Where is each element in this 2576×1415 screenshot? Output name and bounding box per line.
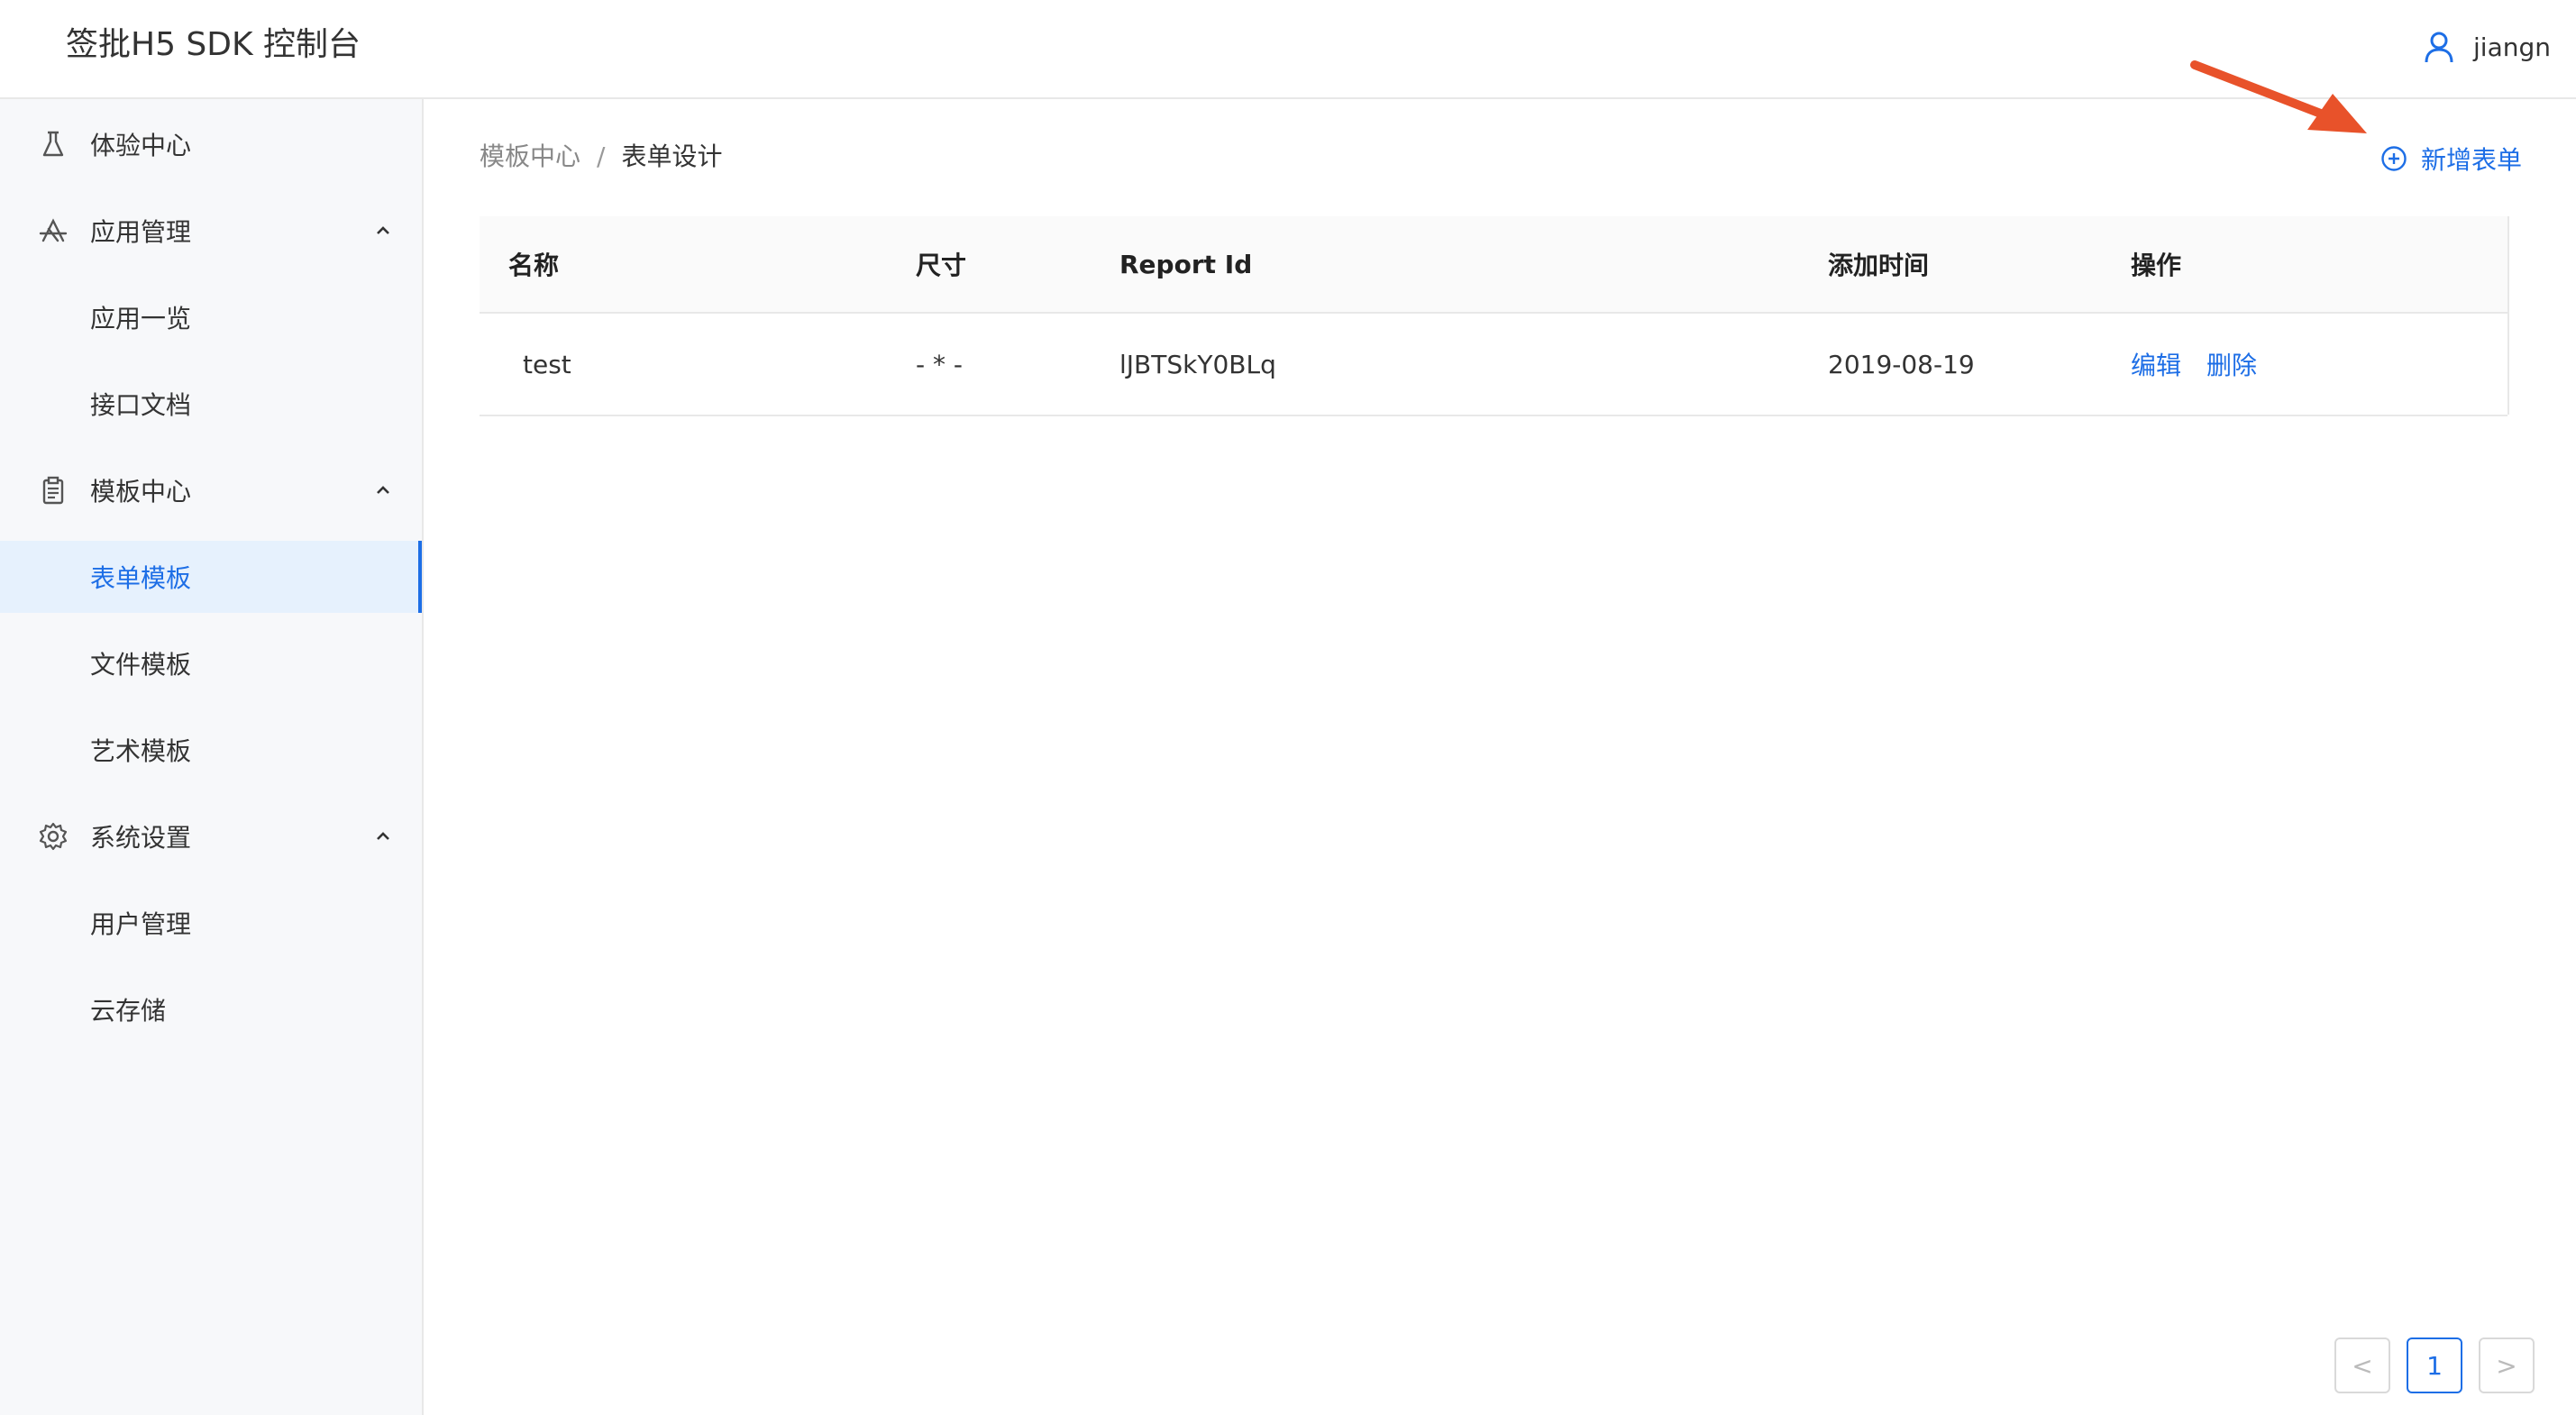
sidebar-item-label: 用户管理 [90,909,192,939]
breadcrumb: 模板中心 / 表单设计 [480,139,722,175]
cell-size: - * - [916,349,964,379]
breadcrumb-parent-link[interactable]: 模板中心 [480,142,580,171]
pagination-prev-button[interactable]: < [2334,1337,2390,1393]
sidebar-item-label: 应用管理 [90,217,192,247]
chevron-up-icon [377,832,389,840]
cell-name: test [523,349,571,379]
sidebar-item-label: 文件模板 [90,650,192,680]
app-title: 签批H5 SDK 控制台 [66,26,361,63]
sidebar-item-label: 应用一览 [90,304,192,333]
column-header-added-time: 添加时间 [1828,251,1930,280]
breadcrumb-current: 表单设计 [621,142,723,171]
sidebar-item-label: 云存储 [90,996,167,1026]
sidebar-item-label: 系统设置 [90,823,192,853]
plus-circle-icon [2381,146,2407,171]
sidebar-item-label: 体验中心 [90,131,192,160]
sidebar: 体验中心 应用管理 应用一览 接口文档 模板中心 表单模板 文件模板 艺术模板 [0,99,424,1415]
chevron-up-icon [377,486,389,494]
column-header-size: 尺寸 [916,251,967,280]
user-icon [2425,32,2453,63]
pagination-page-1[interactable]: 1 [2407,1337,2462,1393]
sidebar-item-app-management[interactable]: 应用管理 [0,195,422,267]
sidebar-item-art-templates[interactable]: 艺术模板 [0,714,422,786]
sidebar-item-user-management[interactable]: 用户管理 [0,887,422,959]
app-store-icon [39,218,68,242]
sidebar-item-label: 艺术模板 [90,736,192,766]
sidebar-item-cloud-storage[interactable]: 云存储 [0,973,422,1045]
table-scrollbar[interactable] [2507,216,2535,415]
user-menu[interactable]: jiangn [2421,27,2551,67]
annotation-arrow-icon [2190,60,2367,133]
delete-link[interactable]: 删除 [2206,346,2257,382]
pagination-next-button[interactable]: > [2479,1337,2535,1393]
column-header-actions: 操作 [2131,251,2182,280]
sidebar-item-template-center[interactable]: 模板中心 [0,454,422,526]
forms-table: 名称 尺寸 Report Id 添加时间 操作 test - * - lJBTS… [480,216,2507,416]
add-form-button[interactable]: 新增表单 [2380,139,2522,178]
sidebar-item-label: 模板中心 [90,477,192,507]
sidebar-item-label: 表单模板 [90,563,192,593]
chevron-up-icon [377,226,389,234]
sidebar-item-file-templates[interactable]: 文件模板 [0,627,422,699]
flask-icon [42,131,64,157]
sidebar-item-app-list[interactable]: 应用一览 [0,281,422,353]
column-header-report-id: Report Id [1119,249,1253,279]
breadcrumb-separator: / [597,142,606,171]
sidebar-item-experience-center[interactable]: 体验中心 [0,108,422,180]
sidebar-item-api-docs[interactable]: 接口文档 [0,368,422,440]
cell-actions: 编辑 删除 [2131,314,2282,415]
sidebar-item-system-settings[interactable]: 系统设置 [0,800,422,872]
clipboard-icon [42,476,64,505]
edit-link[interactable]: 编辑 [2131,346,2181,382]
sidebar-item-label: 接口文档 [90,390,192,420]
user-name: jiangn [2473,32,2551,62]
table-header-row: 名称 尺寸 Report Id 添加时间 操作 [480,216,2507,314]
cell-added-time: 2019-08-19 [1828,349,1975,379]
cell-report-id: lJBTSkY0BLq [1119,349,1276,379]
add-form-label: 新增表单 [2421,145,2523,175]
sidebar-item-form-templates[interactable]: 表单模板 [0,541,422,613]
column-header-name: 名称 [508,251,560,280]
gear-icon [39,822,68,851]
table-row: test - * - lJBTSkY0BLq 2019-08-19 编辑 删除 [480,314,2507,416]
